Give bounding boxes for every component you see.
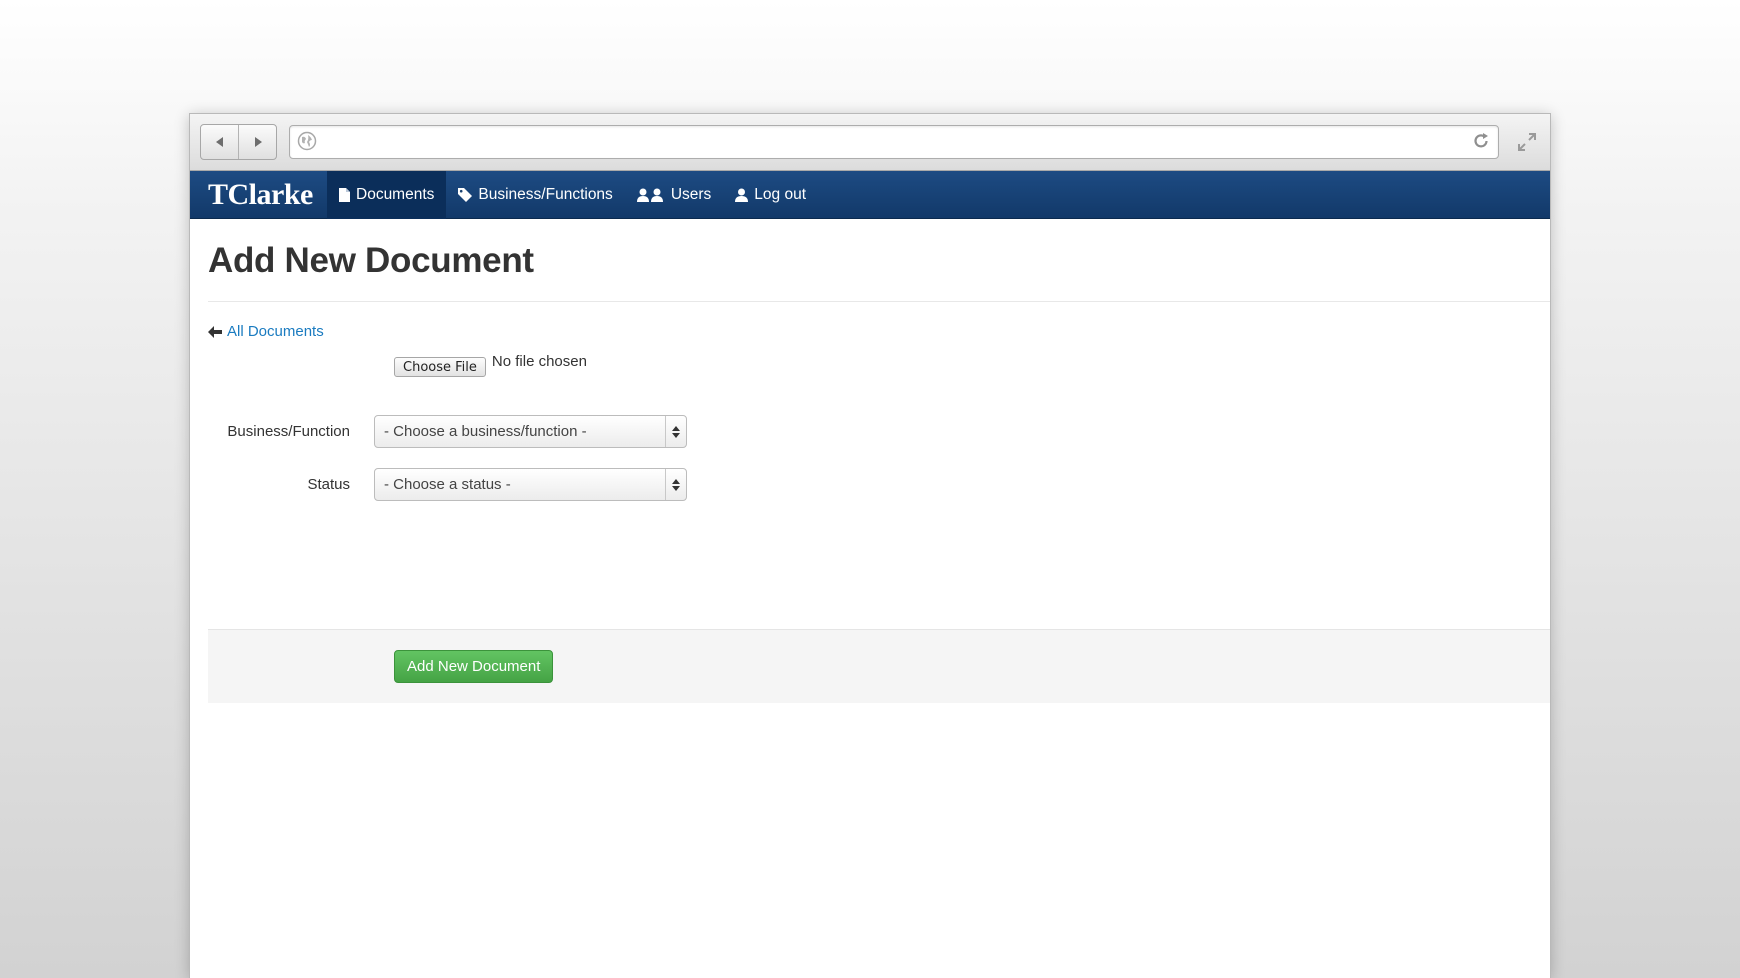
back-link-label: All Documents bbox=[227, 323, 324, 340]
nav-menu: Documents Business/Functions Users Log o… bbox=[327, 171, 818, 219]
arrow-left-icon bbox=[208, 325, 222, 338]
forward-arrow-icon bbox=[254, 137, 262, 147]
back-button[interactable] bbox=[201, 125, 238, 159]
tag-icon bbox=[458, 188, 473, 202]
business-function-select[interactable]: - Choose a business/function - bbox=[374, 415, 687, 448]
reload-icon[interactable] bbox=[1471, 131, 1491, 151]
address-bar[interactable] bbox=[289, 125, 1499, 159]
file-status: No file chosen bbox=[491, 353, 587, 370]
select-value: - Choose a business/function - bbox=[384, 423, 587, 440]
status-select[interactable]: - Choose a status - bbox=[374, 468, 687, 501]
main-content: Add New Document All Documents Choose Fi… bbox=[208, 219, 1550, 703]
nav-item-label: Business/Functions bbox=[478, 186, 613, 203]
browser-window: TClarke Documents Business/Functions Use… bbox=[189, 113, 1551, 978]
back-arrow-icon bbox=[215, 137, 223, 147]
choose-file-button[interactable]: Choose File bbox=[394, 357, 486, 377]
user-icon bbox=[735, 188, 749, 202]
select-arrows-icon bbox=[665, 469, 686, 500]
globe-icon bbox=[297, 131, 317, 151]
nav-item-logout[interactable]: Log out bbox=[723, 171, 818, 219]
forward-button[interactable] bbox=[238, 125, 276, 159]
business-function-label: Business/Function bbox=[227, 423, 350, 440]
page-title: Add New Document bbox=[208, 219, 1550, 302]
nav-item-users[interactable]: Users bbox=[625, 171, 723, 219]
brand-logo[interactable]: TClarke bbox=[208, 171, 313, 219]
document-icon bbox=[339, 188, 350, 202]
browser-toolbar bbox=[190, 114, 1550, 171]
nav-item-business-functions[interactable]: Business/Functions bbox=[446, 171, 624, 219]
status-row: Status - Choose a status - bbox=[208, 468, 687, 501]
expand-icon[interactable] bbox=[1516, 131, 1538, 153]
status-label: Status bbox=[307, 476, 350, 493]
nav-item-label: Users bbox=[670, 186, 712, 203]
nav-item-label: Log out bbox=[754, 186, 807, 203]
select-value: - Choose a status - bbox=[384, 476, 511, 493]
nav-item-label: Documents bbox=[356, 186, 435, 203]
top-navbar: TClarke Documents Business/Functions Use… bbox=[190, 171, 1550, 219]
business-function-row: Business/Function - Choose a business/fu… bbox=[208, 415, 687, 448]
add-new-document-button[interactable]: Add New Document bbox=[394, 650, 554, 683]
nav-item-documents[interactable]: Documents bbox=[327, 171, 447, 219]
select-arrows-icon bbox=[665, 416, 686, 447]
all-documents-link[interactable]: All Documents bbox=[208, 323, 324, 340]
history-buttons bbox=[200, 124, 277, 160]
file-upload: Choose File No file chosen bbox=[394, 353, 587, 377]
form-actions: Add New Document bbox=[208, 629, 1550, 703]
users-icon bbox=[636, 188, 663, 202]
